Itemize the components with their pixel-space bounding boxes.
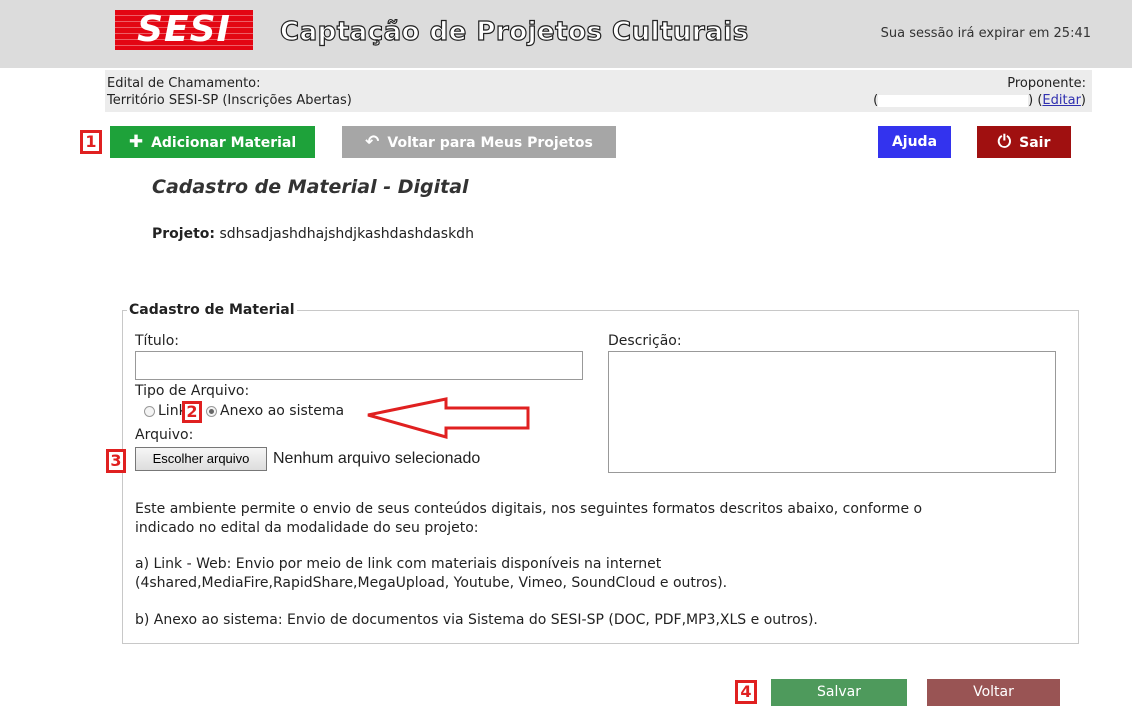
edital-value: Território SESI-SP (Inscrições Abertas)	[107, 93, 352, 108]
edital-label: Edital de Chamamento:	[107, 76, 261, 91]
plus-icon: ✚	[128, 132, 144, 152]
proponente-value: () (Editar)	[873, 93, 1086, 108]
proponente-close: ) (	[1028, 93, 1043, 108]
exit-button[interactable]: ⏻ Sair	[977, 126, 1071, 158]
add-material-button[interactable]: ✚ Adicionar Material	[110, 126, 315, 158]
back-to-projects-button[interactable]: ↶ Voltar para Meus Projetos	[342, 126, 616, 158]
session-timer: Sua sessão irá expirar em 25:41	[880, 26, 1091, 41]
title-label: Título:	[135, 333, 179, 349]
header-bar: SESI Captação de Projetos Culturais Sua …	[0, 0, 1132, 68]
exit-label: Sair	[1019, 135, 1051, 151]
info-line-2: indicado no edital da modalidade do seu …	[135, 520, 479, 536]
radio-attach-label: Anexo ao sistema	[220, 403, 345, 419]
title-input[interactable]	[135, 351, 583, 380]
choose-file-button[interactable]: Escolher arquivo	[135, 447, 267, 471]
info-bar: Edital de Chamamento: Território SESI-SP…	[105, 70, 1092, 112]
annotation-marker-3: 3	[106, 449, 126, 473]
save-button[interactable]: Salvar	[771, 679, 907, 706]
annotation-marker-1: 1	[80, 130, 102, 154]
form-legend: Cadastro de Material	[129, 302, 295, 318]
app-title: Captação de Projetos Culturais	[279, 16, 749, 47]
page-title: Cadastro de Material - Digital	[152, 176, 469, 198]
file-label: Arquivo:	[135, 427, 194, 443]
description-label: Descrição:	[608, 333, 682, 349]
description-textarea[interactable]	[608, 351, 1056, 473]
attach-paragraph: b) Anexo ao sistema: Envio de documentos…	[135, 612, 818, 628]
link-line-1: a) Link - Web: Envio por meio de link co…	[135, 556, 662, 572]
info-line-1: Este ambiente permite o envio de seus co…	[135, 501, 923, 517]
edit-link[interactable]: Editar	[1042, 93, 1081, 108]
radio-attach[interactable]	[206, 406, 217, 417]
proponente-end: )	[1080, 93, 1086, 108]
no-file-text: Nenhum arquivo selecionado	[273, 450, 481, 467]
link-line-2: (4shared,MediaFire,RapidShare,MegaUpload…	[135, 575, 728, 591]
proponente-label: Proponente:	[1007, 76, 1086, 91]
annotation-arrow-icon	[367, 397, 530, 439]
help-button[interactable]: Ajuda	[878, 126, 951, 158]
power-icon: ⏻	[997, 132, 1012, 152]
sesi-logo: SESI	[115, 10, 253, 50]
project-label: Projeto:	[152, 226, 215, 242]
link-paragraph: a) Link - Web: Envio por meio de link co…	[135, 555, 1035, 593]
redacted-name	[878, 94, 1029, 107]
radio-link[interactable]	[144, 406, 155, 417]
project-name: sdhsadjashdhajshdjkashdashdaskdh	[219, 226, 474, 242]
file-type-label: Tipo de Arquivo:	[135, 383, 250, 399]
return-button[interactable]: Voltar	[927, 679, 1060, 706]
annotation-marker-2: 2	[182, 401, 202, 423]
project-info: Projeto: sdhsadjashdhajshdjkashdashdaskd…	[152, 226, 474, 242]
info-paragraph: Este ambiente permite o envio de seus co…	[135, 500, 1035, 538]
add-material-label: Adicionar Material	[151, 135, 297, 151]
undo-icon: ↶	[365, 132, 380, 152]
annotation-marker-4: 4	[735, 680, 757, 704]
back-projects-label: Voltar para Meus Projetos	[387, 135, 593, 151]
